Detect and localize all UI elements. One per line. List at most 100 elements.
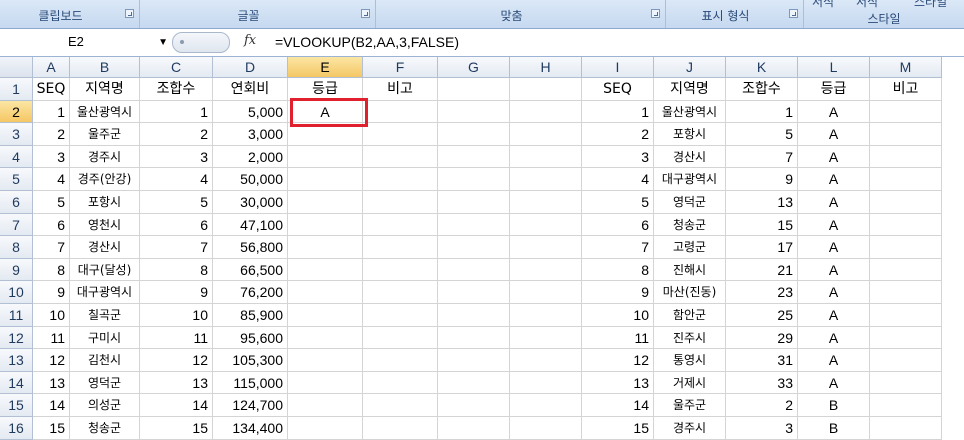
table-cell[interactable]: 3 — [140, 145, 213, 169]
grid-cell[interactable] — [363, 236, 438, 259]
grid-cell[interactable] — [363, 371, 438, 395]
grid-cell[interactable] — [510, 100, 582, 124]
table-cell[interactable]: 청송군 — [654, 213, 726, 237]
grid-cell[interactable] — [363, 417, 438, 440]
table-cell[interactable]: 105,300 — [213, 349, 288, 372]
grid-cell[interactable] — [363, 281, 438, 304]
table-cell[interactable]: 14 — [140, 394, 213, 417]
table-cell[interactable]: A — [798, 100, 870, 124]
table-cell[interactable]: 6 — [33, 213, 70, 237]
grid-cell[interactable] — [870, 371, 942, 395]
table-cell[interactable]: 11 — [33, 326, 70, 350]
table-cell[interactable]: 6 — [140, 213, 213, 237]
grid-cell[interactable] — [510, 258, 582, 282]
table-cell[interactable]: A — [798, 123, 870, 146]
grid-cell[interactable] — [438, 326, 510, 350]
table-cell[interactable]: 함안군 — [654, 304, 726, 327]
row-header-10[interactable]: 10 — [0, 281, 33, 304]
grid-cell[interactable] — [510, 326, 582, 350]
row-header-13[interactable]: 13 — [0, 349, 33, 372]
table-cell[interactable]: 10 — [33, 304, 70, 327]
table-cell[interactable]: 5 — [33, 191, 70, 214]
grid-cell[interactable] — [438, 371, 510, 395]
table-cell[interactable]: 12 — [582, 349, 654, 372]
table-cell[interactable]: 115,000 — [213, 371, 288, 395]
table-cell[interactable]: 구미시 — [70, 326, 140, 350]
row-header-16[interactable]: 16 — [0, 417, 33, 440]
grid-cell[interactable] — [363, 168, 438, 191]
grid-cell[interactable] — [870, 168, 942, 191]
table-cell[interactable]: 12 — [140, 349, 213, 372]
grid-cell[interactable] — [363, 191, 438, 214]
table-cell[interactable]: 13 — [140, 371, 213, 395]
table-cell[interactable]: B — [798, 394, 870, 417]
table-cell[interactable]: 23 — [726, 281, 798, 304]
grid-cell[interactable] — [438, 123, 510, 146]
dialog-launcher-icon[interactable] — [789, 9, 798, 18]
table-cell[interactable]: A — [798, 145, 870, 169]
grid-cell[interactable] — [870, 123, 942, 146]
table-cell[interactable]: 대구광역시 — [654, 168, 726, 191]
column-header-g[interactable]: G — [438, 57, 510, 78]
grid-cell[interactable] — [870, 281, 942, 304]
table-header-cell[interactable]: 비고 — [363, 78, 438, 101]
table-cell[interactable]: 10 — [582, 304, 654, 327]
column-header-b[interactable]: B — [70, 57, 140, 78]
row-header-11[interactable]: 11 — [0, 304, 33, 327]
dialog-launcher-icon[interactable] — [651, 9, 660, 18]
table-cell[interactable]: 15 — [33, 417, 70, 440]
table-cell[interactable]: 3 — [726, 417, 798, 440]
chevron-down-icon[interactable]: ▼ — [158, 33, 168, 53]
table-cell[interactable]: 15 — [582, 417, 654, 440]
row-header-5[interactable]: 5 — [0, 168, 33, 191]
name-box[interactable]: E2 ▼ — [2, 32, 174, 53]
grid-cell[interactable] — [288, 145, 363, 169]
grid-cell[interactable] — [438, 100, 510, 124]
table-cell[interactable]: 대구광역시 — [70, 281, 140, 304]
row-header-12[interactable]: 12 — [0, 326, 33, 350]
table-cell[interactable]: A — [798, 304, 870, 327]
formula-input[interactable]: =VLOOKUP(B2,AA,3,FALSE) — [275, 32, 459, 52]
table-cell[interactable]: 29 — [726, 326, 798, 350]
table-cell[interactable]: 134,400 — [213, 417, 288, 440]
table-cell[interactable]: A — [798, 191, 870, 214]
row-header-2[interactable]: 2 — [0, 100, 33, 124]
table-cell[interactable]: 진해시 — [654, 258, 726, 282]
grid-cell[interactable] — [288, 168, 363, 191]
grid-cell[interactable] — [510, 371, 582, 395]
table-cell[interactable]: 김천시 — [70, 349, 140, 372]
grid-cell[interactable] — [363, 304, 438, 327]
grid-cell[interactable] — [870, 145, 942, 169]
table-cell[interactable]: 경주시 — [654, 417, 726, 440]
table-cell[interactable]: 7 — [726, 145, 798, 169]
table-cell[interactable]: 3 — [33, 145, 70, 169]
column-header-f[interactable]: F — [363, 57, 438, 78]
row-header-14[interactable]: 14 — [0, 371, 33, 395]
grid-cell[interactable] — [870, 394, 942, 417]
grid-cell[interactable] — [288, 236, 363, 259]
table-cell[interactable]: 마산(진동) — [654, 281, 726, 304]
grid-cell[interactable] — [438, 236, 510, 259]
table-cell[interactable]: 영덕군 — [654, 191, 726, 214]
table-cell[interactable]: 포항시 — [654, 123, 726, 146]
ribbon-button-label[interactable]: 스타일 — [914, 0, 947, 10]
grid-cell[interactable] — [363, 394, 438, 417]
table-cell[interactable]: 3 — [582, 145, 654, 169]
table-cell[interactable]: 5 — [726, 123, 798, 146]
row-header-7[interactable]: 7 — [0, 213, 33, 237]
table-cell[interactable]: A — [798, 168, 870, 191]
table-cell[interactable]: 17 — [726, 236, 798, 259]
grid-cell[interactable] — [510, 281, 582, 304]
grid-cell[interactable] — [510, 417, 582, 440]
row-header-1[interactable]: 1 — [0, 78, 33, 101]
table-cell[interactable]: B — [798, 417, 870, 440]
table-cell[interactable]: 9 — [582, 281, 654, 304]
table-cell[interactable]: 청송군 — [70, 417, 140, 440]
table-cell[interactable]: 76,200 — [213, 281, 288, 304]
grid-cell[interactable] — [510, 349, 582, 372]
table-cell[interactable]: 6 — [582, 213, 654, 237]
column-header-m[interactable]: M — [870, 57, 942, 78]
table-header-cell[interactable]: 조합수 — [726, 78, 798, 101]
ribbon-button-label[interactable]: 서식 — [812, 0, 834, 10]
table-cell[interactable]: 2,000 — [213, 145, 288, 169]
